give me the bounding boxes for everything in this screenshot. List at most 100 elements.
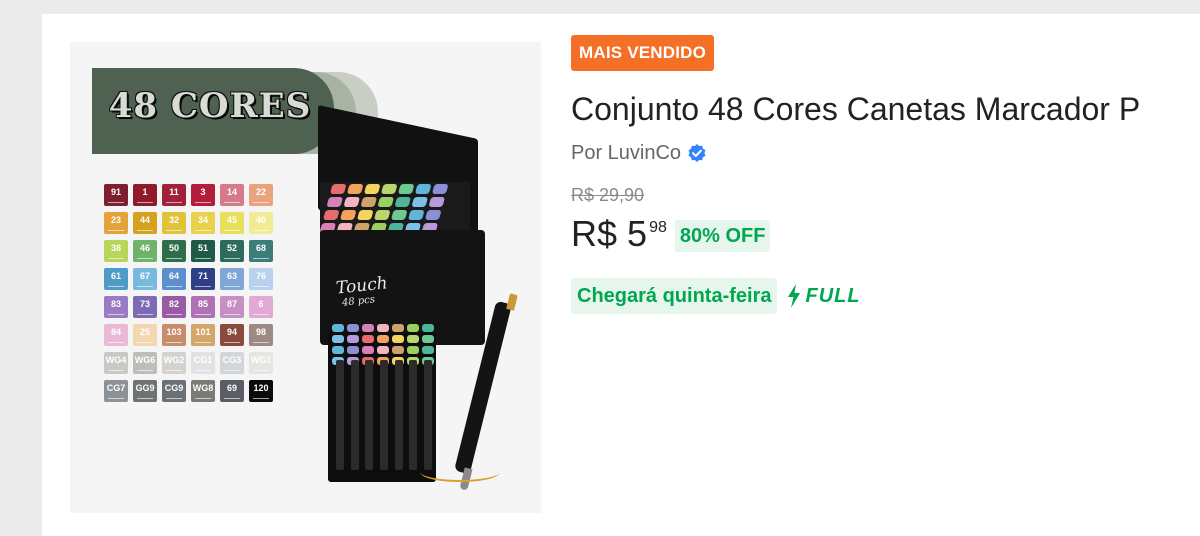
- color-swatch: 83: [104, 296, 128, 318]
- color-swatch: 63: [220, 268, 244, 290]
- color-swatch: CG9: [162, 380, 186, 402]
- color-swatch: 3: [191, 184, 215, 206]
- marker-cap: [373, 210, 391, 220]
- color-swatch: WG8: [191, 380, 215, 402]
- marker-body: [379, 360, 388, 470]
- marker-cap: [390, 210, 408, 220]
- color-swatch: 14: [220, 184, 244, 206]
- marker-cap: [431, 184, 449, 194]
- color-swatch: WG2: [162, 352, 186, 374]
- marker-caps: [319, 184, 472, 233]
- full-shipping: FULL: [785, 283, 860, 309]
- marker-cap: [422, 346, 434, 354]
- marker-cap: [392, 346, 404, 354]
- lightning-bolt-icon: [785, 283, 803, 309]
- marker-bodies: [336, 360, 432, 470]
- banner-text: 48 CORES: [108, 86, 312, 126]
- marker-cap: [411, 197, 429, 207]
- marker-cap: [377, 197, 395, 207]
- color-swatch: 71: [191, 268, 215, 290]
- color-swatch: 87: [220, 296, 244, 318]
- color-swatch: 11: [162, 184, 186, 206]
- marker-cap: [346, 184, 364, 194]
- marker-cap: [377, 346, 389, 354]
- marker-cap: [428, 197, 446, 207]
- marker-cap: [332, 335, 344, 343]
- best-seller-badge: MAIS VENDIDO: [571, 35, 715, 71]
- marker-cap: [392, 335, 404, 343]
- marker-cap: [422, 335, 434, 343]
- color-swatch: 64: [162, 268, 186, 290]
- marker-cap: [377, 335, 389, 343]
- color-swatch: GG9: [133, 380, 157, 402]
- color-swatch: 25: [133, 324, 157, 346]
- delivery-info: Chegará quinta-feira FULL: [571, 278, 861, 314]
- marker-cap: [362, 346, 374, 354]
- seller[interactable]: Por LuvinCo: [571, 140, 707, 166]
- marker-cap: [339, 210, 357, 220]
- marker-cap: [407, 324, 419, 332]
- ink-stroke: [420, 462, 500, 482]
- marker-cap: [377, 324, 389, 332]
- color-swatch: CG7: [104, 380, 128, 402]
- delivery-date: Chegará quinta-feira: [571, 278, 778, 314]
- marker-cap: [332, 346, 344, 354]
- color-swatch: 98: [249, 324, 273, 346]
- color-swatch: 67: [133, 268, 157, 290]
- color-swatch: CG3: [220, 352, 244, 374]
- color-swatch: 34: [191, 212, 215, 234]
- product-title: Conjunto 48 Cores Canetas Marcador P: [571, 91, 1141, 127]
- color-swatch: 45: [220, 212, 244, 234]
- color-swatch: 52: [220, 240, 244, 262]
- color-swatch: WG6: [133, 352, 157, 374]
- color-swatch: 22: [249, 184, 273, 206]
- marker-cap: [347, 346, 359, 354]
- marker-cap: [326, 197, 344, 207]
- color-swatch: WG4: [104, 352, 128, 374]
- color-swatch: 46: [133, 240, 157, 262]
- color-swatch: 68: [249, 240, 273, 262]
- marker-body: [394, 360, 403, 470]
- price-integer: 5: [627, 213, 648, 254]
- color-swatch: 101: [191, 324, 215, 346]
- pen-tip: [506, 293, 518, 311]
- color-swatch: 94: [220, 324, 244, 346]
- price: R$ 5 98 80% OFF: [571, 212, 771, 256]
- marker-cap: [424, 210, 442, 220]
- color-swatch: 51: [191, 240, 215, 262]
- color-swatch: 76: [249, 268, 273, 290]
- seller-name[interactable]: Por LuvinCo: [571, 140, 681, 166]
- marker-body: [365, 360, 374, 470]
- marker-cap: [347, 335, 359, 343]
- marker-cap: [360, 197, 378, 207]
- color-swatch: 50: [162, 240, 186, 262]
- color-swatch: 6: [249, 296, 273, 318]
- marker-cap: [407, 346, 419, 354]
- color-swatch: 44: [133, 212, 157, 234]
- marker-cap: [362, 335, 374, 343]
- color-swatch: 69: [220, 380, 244, 402]
- color-swatch: 120: [249, 380, 273, 402]
- marker-body: [350, 360, 359, 470]
- original-price: R$ 29,90: [571, 185, 645, 205]
- color-swatch: 23: [104, 212, 128, 234]
- product-image[interactable]: 48 CORES 91 1 11 3 14 22 23 44 32 34 45 40 38 46 50 51 5…: [70, 42, 541, 513]
- discount-badge: 80% OFF: [674, 220, 771, 252]
- color-swatch: 32: [162, 212, 186, 234]
- marker-cap: [394, 197, 412, 207]
- color-swatch: 73: [133, 296, 157, 318]
- marker-caps: [332, 324, 436, 365]
- color-swatch: WG1: [249, 352, 273, 374]
- marker-cap: [329, 184, 347, 194]
- marker-cap: [392, 324, 404, 332]
- color-swatch: 84: [104, 324, 128, 346]
- color-swatch-grid: 91 1 11 3 14 22 23 44 32 34 45 40 38 46 50 51 52 68 61 67 64…: [104, 184, 280, 402]
- verified-icon: [687, 143, 707, 163]
- color-swatch: 61: [104, 268, 128, 290]
- marker-cap: [322, 210, 340, 220]
- marker-cap: [363, 184, 381, 194]
- color-swatch: 103: [162, 324, 186, 346]
- marker-cap: [343, 197, 361, 207]
- color-swatch: 40: [249, 212, 273, 234]
- marker-cap: [356, 210, 374, 220]
